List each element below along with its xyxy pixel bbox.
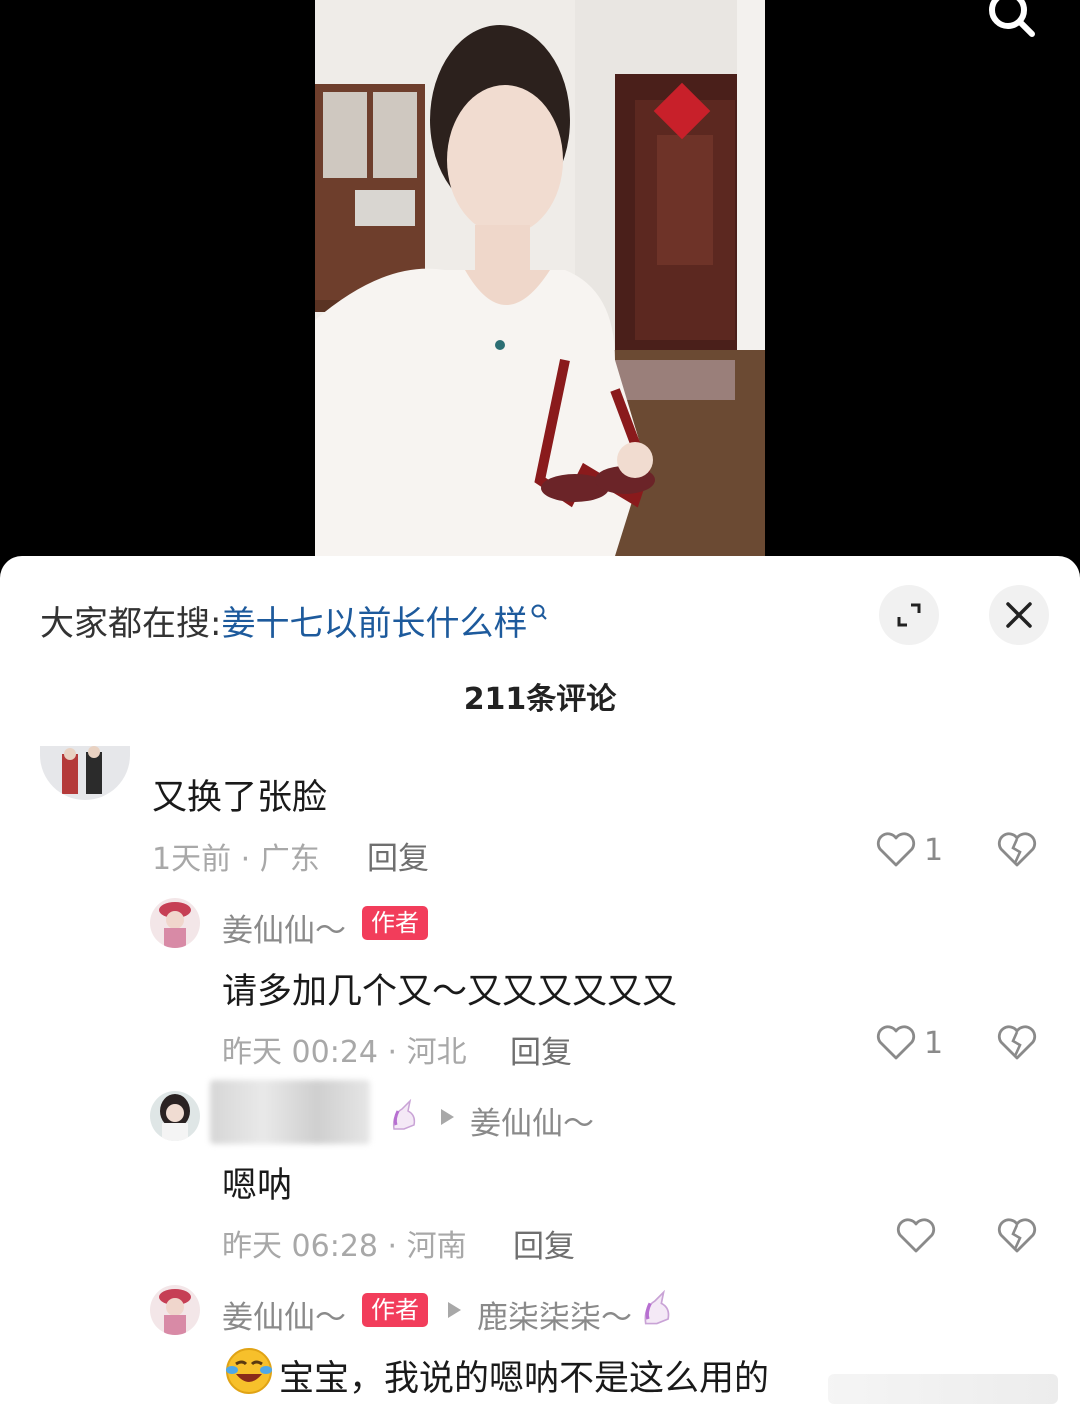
broken-heart-icon — [997, 832, 1037, 867]
reply-to-name[interactable]: 姜仙仙～ — [470, 1098, 594, 1143]
expand-icon — [897, 603, 921, 627]
close-icon — [1006, 602, 1032, 628]
search-icon[interactable] — [980, 0, 1040, 40]
author-tag: 作者 — [362, 906, 428, 940]
comment-meta: 1天前 · 广东 — [152, 842, 320, 877]
like-count: 1 — [924, 832, 944, 868]
author-tag: 作者 — [362, 1293, 428, 1327]
commenter-name[interactable]: 姜仙仙～ — [222, 1292, 346, 1337]
small-search-icon — [529, 596, 549, 636]
laugh-cry-emoji-icon — [224, 1346, 274, 1400]
comment-text: 宝宝，我说的嗯呐不是这么用的 — [279, 1359, 770, 1399]
reply-button[interactable]: 回复 — [510, 1027, 572, 1072]
comment-meta: 昨天 06:28 · 河南 — [222, 1229, 467, 1264]
broken-heart-icon — [997, 1218, 1037, 1253]
unicorn-icon — [639, 1289, 677, 1332]
hot-search-bar: 大家都在搜:姜十七以前长什么样 — [40, 596, 549, 644]
reply-arrow-icon — [448, 1302, 461, 1318]
watermark-bar — [828, 1374, 1058, 1404]
close-button[interactable] — [989, 585, 1049, 645]
heart-icon — [896, 1218, 936, 1253]
comment-sheet: 大家都在搜:姜十七以前长什么样 211条评论 又换了张脸 1天前 · 广东 回复… — [0, 556, 1080, 1422]
video-photo — [315, 0, 765, 556]
reply-button[interactable]: 回复 — [513, 1221, 575, 1266]
dislike-button[interactable] — [997, 1218, 1037, 1258]
commenter-name[interactable]: 姜仙仙～ — [222, 905, 346, 950]
dislike-button[interactable] — [997, 1025, 1037, 1065]
avatar[interactable] — [150, 1285, 200, 1335]
dislike-button[interactable] — [997, 832, 1037, 872]
avatar[interactable] — [40, 746, 130, 800]
comment-text: 嗯呐 — [222, 1166, 293, 1206]
unicorn-icon — [388, 1098, 422, 1137]
avatar[interactable] — [150, 1091, 200, 1141]
like-button[interactable] — [896, 1218, 936, 1254]
comment-text: 又换了张脸 — [152, 778, 328, 818]
comment-count: 211条评论 — [463, 682, 617, 717]
heart-icon — [876, 1025, 916, 1060]
video-area — [0, 0, 1080, 556]
hot-search-keyword[interactable]: 姜十七以前长什么样 — [221, 604, 527, 644]
reply-arrow-icon — [441, 1109, 454, 1125]
hot-search-prefix: 大家都在搜: — [40, 604, 222, 644]
expand-button[interactable] — [879, 585, 939, 645]
blurred-username — [210, 1080, 370, 1144]
like-button[interactable]: 1 — [876, 1025, 943, 1061]
like-count: 1 — [924, 1025, 944, 1061]
comment-meta: 昨天 00:24 · 河北 — [222, 1035, 467, 1070]
broken-heart-icon — [997, 1025, 1037, 1060]
comment-text: 请多加几个又～又又又又又又 — [222, 972, 678, 1012]
avatar[interactable] — [150, 898, 200, 948]
reply-button[interactable]: 回复 — [367, 833, 429, 878]
reply-to-name[interactable]: 鹿柒柒柒～ — [477, 1292, 632, 1337]
heart-icon — [876, 832, 916, 867]
video-frame[interactable] — [315, 0, 765, 556]
like-button[interactable]: 1 — [876, 832, 943, 868]
